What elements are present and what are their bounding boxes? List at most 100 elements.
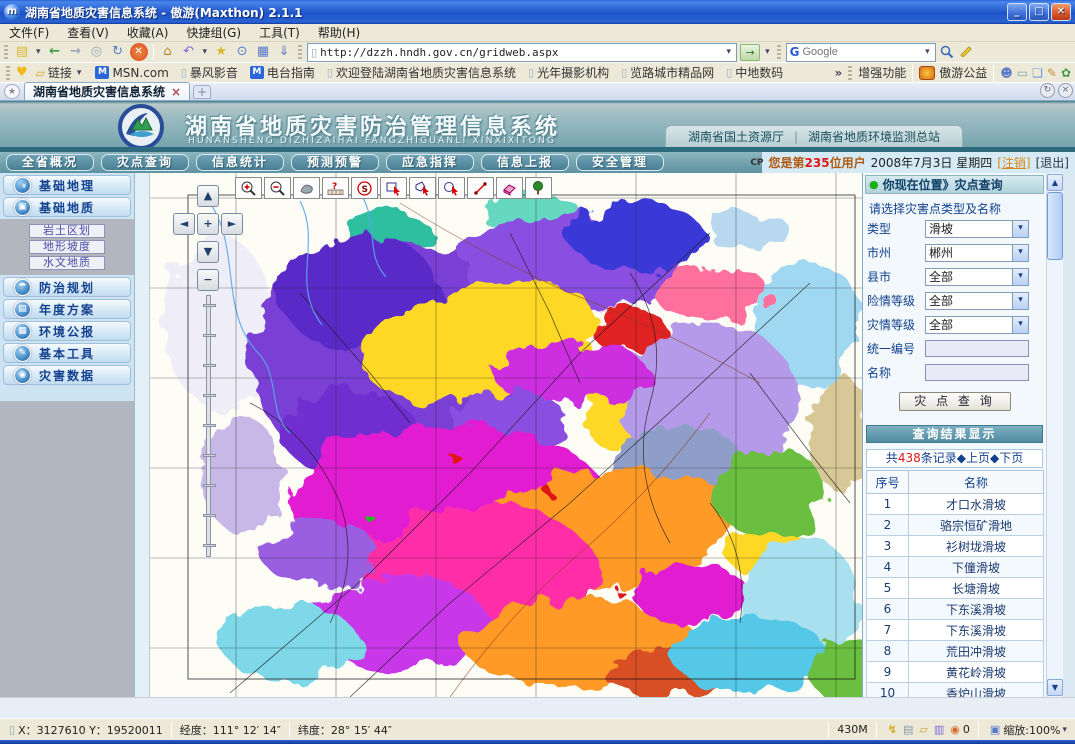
sidebar-subitem-terrain-slope[interactable]: 地形坡度 xyxy=(29,240,105,254)
stop-button[interactable]: ✕ xyxy=(130,43,148,61)
search-button[interactable] xyxy=(939,44,955,60)
link-welcome[interactable]: ▯欢迎登陆湖南省地质灾害信息系统 xyxy=(323,64,520,81)
scroll-down-button[interactable]: ▼ xyxy=(1047,679,1063,696)
address-grip[interactable] xyxy=(298,45,302,59)
table-row[interactable]: 5长塘滑坡 xyxy=(867,578,1044,599)
plugin-icon[interactable]: ✿ xyxy=(1061,66,1071,80)
zoom-window-icon[interactable]: ▣ xyxy=(990,723,1000,736)
book-icon[interactable]: ▥ xyxy=(934,723,944,736)
tab-refresh-button[interactable]: ↻ xyxy=(1040,83,1055,98)
search-grip[interactable] xyxy=(777,45,781,59)
link-land-resources[interactable]: 湖南省国土资源厅 xyxy=(688,128,784,145)
nav-tab-disaster-query[interactable]: 灾点查询 xyxy=(101,154,189,171)
unified-id-input[interactable] xyxy=(925,340,1029,357)
go-caret-icon[interactable]: ▾ xyxy=(763,47,772,57)
nav-tab-emergency[interactable]: 应急指挥 xyxy=(386,154,474,171)
chevron-down-icon[interactable]: ▾ xyxy=(1012,245,1028,261)
link-photo[interactable]: ▯光年摄影机构 xyxy=(524,64,613,81)
toolbar-grip[interactable] xyxy=(4,45,8,59)
links-folder[interactable]: ▱ 链接 ▾ xyxy=(32,64,88,81)
pan-right-button[interactable]: ► xyxy=(221,213,243,235)
measure-distance-tool[interactable]: ? xyxy=(322,177,349,199)
table-row[interactable]: 2骆宗恒矿滑地 xyxy=(867,515,1044,536)
zoom-in-tool[interactable] xyxy=(235,177,262,199)
chevron-down-icon[interactable]: ▾ xyxy=(1012,293,1028,309)
zoom-out-tool[interactable] xyxy=(264,177,291,199)
scroll-thumb[interactable] xyxy=(1047,192,1063,260)
logout-link[interactable]: [注销] xyxy=(997,154,1030,171)
home-button[interactable]: ⌂ xyxy=(159,43,177,61)
menu-view[interactable]: 查看(V) xyxy=(58,24,118,41)
links-grip[interactable] xyxy=(6,66,10,80)
sidebar-item-disaster-data[interactable]: ◉ 灾害数据 xyxy=(3,365,131,385)
layers-icon[interactable]: ❏ xyxy=(1032,66,1043,80)
chevron-down-icon[interactable]: ▾ xyxy=(1012,221,1028,237)
enhance-button[interactable]: 增强功能 xyxy=(858,64,906,81)
link-baofeng[interactable]: ▯暴风影音 xyxy=(177,64,242,81)
vertical-scrollbar[interactable]: ▲ ▼ xyxy=(1046,173,1063,697)
sidebar-splitter[interactable] xyxy=(135,173,150,697)
sidebar-subitem-rock-zoning[interactable]: 岩土区划 xyxy=(29,224,105,238)
highlight-button[interactable] xyxy=(958,43,976,61)
disaster-query-button[interactable]: 灾 点 查 询 xyxy=(899,392,1011,411)
link-zhongdi[interactable]: ▯中地数码 xyxy=(722,64,787,81)
history-button[interactable]: ⊙ xyxy=(233,43,251,61)
zoom-slider[interactable] xyxy=(206,295,211,557)
menu-tools[interactable]: 工具(T) xyxy=(250,24,309,41)
zoom-minus-button[interactable]: − xyxy=(197,269,219,291)
tab-bar-close-button[interactable]: × xyxy=(1058,83,1073,98)
table-row[interactable]: 9黄花岭滑坡 xyxy=(867,662,1044,683)
bird-view-tool[interactable] xyxy=(293,177,320,199)
table-row[interactable]: 7下东溪滑坡 xyxy=(867,620,1044,641)
window-icon[interactable]: ▭ xyxy=(1017,66,1028,80)
line-measure-tool[interactable] xyxy=(467,177,494,199)
table-row[interactable]: 3衫树垅滑坡 xyxy=(867,536,1044,557)
media-button[interactable]: ▦ xyxy=(254,43,272,61)
menu-groups[interactable]: 快捷组(G) xyxy=(177,24,250,41)
sidebar-item-env-bulletin[interactable]: ▦ 环境公报 xyxy=(3,321,131,341)
exit-link[interactable]: [退出] xyxy=(1036,154,1069,171)
boost-icon[interactable]: ↯ xyxy=(888,723,897,736)
map-viewport[interactable]: ? S ▲ ◄ + ► ▼ − xyxy=(150,173,862,697)
sidebar-item-base-geology[interactable]: ▣ 基础地质 xyxy=(3,197,131,217)
menu-favorites[interactable]: 收藏(A) xyxy=(118,24,178,41)
pan-up-button[interactable]: ▲ xyxy=(197,185,219,207)
rect-select-tool[interactable] xyxy=(380,177,407,199)
table-row[interactable]: 1才口水滑坡 xyxy=(867,494,1044,515)
recent-pages-button[interactable]: ◎ xyxy=(88,43,106,61)
scroll-up-button[interactable]: ▲ xyxy=(1047,174,1063,191)
favorites-heart-icon[interactable]: ♥ xyxy=(16,65,28,80)
close-button[interactable]: ✕ xyxy=(1051,3,1071,21)
nav-tab-report[interactable]: 信息上报 xyxy=(481,154,569,171)
link-city[interactable]: ▯览路城市精品网 xyxy=(617,64,718,81)
link-radio[interactable]: M电台指南 xyxy=(246,64,319,81)
disaster-level-select[interactable]: 全部 ▾ xyxy=(925,316,1029,334)
back-button[interactable]: ← xyxy=(46,43,64,61)
maxthon-charity-icon[interactable] xyxy=(919,66,935,80)
circle-select-tool[interactable] xyxy=(438,177,465,199)
tab-close-icon[interactable]: × xyxy=(171,85,181,99)
table-row[interactable]: 6下东溪滑坡 xyxy=(867,599,1044,620)
url-dropdown-icon[interactable]: ▾ xyxy=(725,47,734,57)
tab-list-star-button[interactable]: ★ xyxy=(4,84,20,99)
sidebar-item-prevention-plan[interactable]: ☂ 防治规划 xyxy=(3,277,131,297)
next-page-link[interactable]: ◆下页 xyxy=(990,451,1023,465)
magic-fill-button[interactable]: ★ xyxy=(212,43,230,61)
tab-active[interactable]: 湖南省地质灾害信息系统 × xyxy=(24,82,190,100)
snapshot-icon[interactable]: ◉ xyxy=(950,723,960,736)
links-overflow-button[interactable]: » xyxy=(834,66,842,80)
nav-tab-statistics[interactable]: 信息统计 xyxy=(196,154,284,171)
undo-button[interactable]: ↶ xyxy=(180,43,198,61)
eraser-tool[interactable] xyxy=(496,177,523,199)
paint-icon[interactable]: ✎ xyxy=(1047,66,1057,80)
minimize-button[interactable]: _ xyxy=(1007,3,1027,21)
new-page-button[interactable]: ▤ xyxy=(13,43,31,61)
url-input[interactable] xyxy=(320,46,724,59)
sidebar-item-annual-plan[interactable]: ▤ 年度方案 xyxy=(3,299,131,319)
chevron-down-icon[interactable]: ▾ xyxy=(1012,317,1028,333)
printer-icon[interactable]: ▤ xyxy=(903,723,913,736)
full-extent-tool[interactable]: S xyxy=(351,177,378,199)
undo-caret-icon[interactable]: ▾ xyxy=(201,47,210,57)
table-row[interactable]: 8荒田冲滑坡 xyxy=(867,641,1044,662)
search-input[interactable] xyxy=(802,46,923,58)
